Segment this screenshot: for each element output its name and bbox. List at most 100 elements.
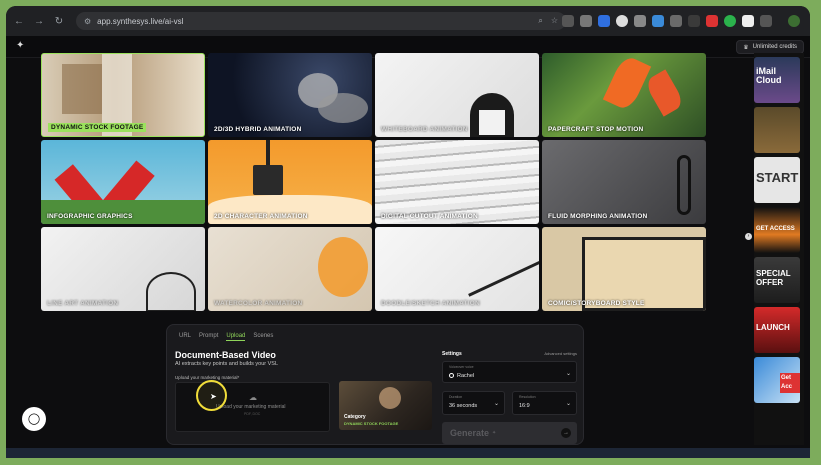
- style-label: WATERCOLOR ANIMATION: [214, 300, 303, 307]
- generate-label: Generate: [450, 428, 490, 438]
- style-tile[interactable]: DOODLE/SKETCH ANIMATION: [375, 227, 539, 311]
- style-tile[interactable]: LINE ART ANIMATION: [41, 227, 205, 311]
- sparkle-icon: ✦: [492, 430, 497, 436]
- style-tile[interactable]: DIGITAL CUTOUT ANIMATION: [375, 140, 539, 224]
- chevron-down-icon: ⌄: [565, 401, 571, 407]
- style-tile[interactable]: 2D/3D HYBRID ANIMATION: [208, 53, 372, 137]
- style-label: DYNAMIC STOCK FOOTAGE: [48, 123, 147, 132]
- extension-icon[interactable]: [688, 15, 700, 27]
- voice-label: Voiceover voice: [449, 365, 474, 369]
- extension-icon[interactable]: [562, 15, 574, 27]
- style-label: LINE ART ANIMATION: [47, 300, 119, 307]
- generate-button[interactable]: Generate ✦ →: [442, 422, 577, 444]
- forward-icon[interactable]: →: [32, 16, 46, 27]
- resolution-select[interactable]: Resolution 16:9 ⌄: [512, 391, 577, 415]
- duration-label: Duration: [449, 395, 463, 399]
- tab-scenes[interactable]: Scenes: [253, 333, 273, 341]
- duration-value: 36 seconds: [449, 403, 478, 409]
- chevron-down-icon: ⌄: [493, 401, 499, 407]
- cloud-upload-icon: ☁: [249, 393, 257, 402]
- extension-icon[interactable]: [670, 15, 682, 27]
- extension-icon[interactable]: [580, 15, 592, 27]
- style-tile[interactable]: WHITEBOARD ANIMATION: [375, 53, 539, 137]
- puzzle-icon[interactable]: [760, 15, 772, 27]
- reload-icon[interactable]: ↻: [52, 16, 66, 27]
- extension-icon[interactable]: [598, 15, 610, 27]
- app-logo-icon[interactable]: ✦: [16, 41, 26, 51]
- resolution-label: Resolution: [519, 395, 536, 399]
- tab-upload[interactable]: Upload: [226, 333, 246, 341]
- url-text: app.synthesys.live/ai-vsl: [97, 16, 184, 26]
- voice-select[interactable]: Voiceover voice Rachel ⌄: [442, 361, 577, 383]
- extension-icon[interactable]: [616, 15, 628, 27]
- duration-select[interactable]: Duration 36 seconds ⌄: [442, 391, 505, 415]
- promo-thumb[interactable]: GET ACCESS: [754, 207, 800, 253]
- style-tile[interactable]: FLUID MORPHING ANIMATION: [542, 140, 706, 224]
- credits-badge[interactable]: ♛ Unlimited credits: [736, 40, 804, 54]
- category-card[interactable]: Category DYNAMIC STOCK FOOTAGE: [339, 381, 432, 430]
- taskbar-strip: [6, 448, 810, 458]
- rail-toggle-icon[interactable]: ›: [745, 233, 752, 240]
- browser-toolbar: ← → ↻ ⌂ ⚙ app.synthesys.live/ai-vsl ⌕ ☆: [6, 6, 810, 36]
- promo-thumb[interactable]: START: [754, 157, 800, 203]
- settings-title: Settings: [442, 351, 462, 357]
- extensions-bar: ⋮: [562, 15, 810, 27]
- bookmark-star-icon[interactable]: ☆: [551, 16, 558, 26]
- style-label: 2D/3D HYBRID ANIMATION: [214, 126, 302, 133]
- style-tile[interactable]: WATERCOLOR ANIMATION: [208, 227, 372, 311]
- zoom-icon[interactable]: ⌕: [538, 16, 542, 26]
- promo-thumb-label: Get Acc: [780, 373, 800, 393]
- create-panel: URL Prompt Upload Scenes Document-Based …: [166, 324, 584, 445]
- extension-icon[interactable]: [634, 15, 646, 27]
- style-label: FLUID MORPHING ANIMATION: [548, 213, 648, 220]
- promo-rail: iMail Cloud START GET ACCESS SPECIAL OFF…: [754, 53, 804, 445]
- voice-value: Rachel: [457, 373, 475, 379]
- style-tile[interactable]: 2D CHARACTER ANIMATION: [208, 140, 372, 224]
- style-label: COMIC/STORYBOARD STYLE: [548, 300, 645, 307]
- panel-title: Document-Based Video: [175, 350, 276, 360]
- extension-icon[interactable]: [652, 15, 664, 27]
- promo-thumb[interactable]: LAUNCH: [754, 307, 800, 353]
- chat-bubble-icon: ◯: [27, 413, 41, 425]
- advanced-settings-link[interactable]: Advanced settings: [544, 351, 577, 356]
- promo-thumb-label: LAUNCH: [756, 323, 790, 332]
- click-highlight: ➤: [196, 380, 227, 411]
- style-label: DIGITAL CUTOUT ANIMATION: [381, 213, 478, 220]
- style-tile[interactable]: PAPERCRAFT STOP MOTION: [542, 53, 706, 137]
- chat-support-button[interactable]: ◯: [22, 407, 46, 431]
- extension-icon[interactable]: [724, 15, 736, 27]
- style-grid: DYNAMIC STOCK FOOTAGE 2D/3D HYBRID ANIMA…: [41, 53, 709, 311]
- back-icon[interactable]: ←: [12, 16, 26, 27]
- category-value: DYNAMIC STOCK FOOTAGE: [344, 421, 399, 426]
- promo-thumb-label: iMail Cloud: [756, 66, 782, 85]
- style-tile[interactable]: DYNAMIC STOCK FOOTAGE: [41, 53, 205, 137]
- style-label: INFOGRAPHIC GRAPHICS: [47, 213, 133, 220]
- promo-thumb[interactable]: Get Acc: [754, 357, 800, 403]
- address-bar[interactable]: ⚙ app.synthesys.live/ai-vsl ⌕ ☆: [76, 12, 566, 30]
- category-label: Category: [344, 414, 366, 420]
- credits-label: Unlimited credits: [752, 44, 797, 50]
- chevron-down-icon: ⌄: [565, 371, 571, 377]
- cursor-icon: ➤: [210, 392, 217, 401]
- site-info-icon[interactable]: ⚙: [84, 17, 91, 26]
- style-tile[interactable]: COMIC/STORYBOARD STYLE: [542, 227, 706, 311]
- tab-url[interactable]: URL: [179, 333, 191, 341]
- resolution-value: 16:9: [519, 403, 530, 409]
- promo-thumb[interactable]: [754, 107, 800, 153]
- upload-label: Upload your marketing material*: [175, 375, 240, 380]
- tab-prompt[interactable]: Prompt: [199, 333, 218, 341]
- style-label: WHITEBOARD ANIMATION: [381, 126, 468, 133]
- style-tile[interactable]: INFOGRAPHIC GRAPHICS: [41, 140, 205, 224]
- menu-dots-icon[interactable]: ⋮: [806, 15, 811, 27]
- extension-icon[interactable]: [706, 15, 718, 27]
- promo-thumb-label: SPECIAL OFFER: [756, 269, 791, 287]
- promo-thumb-label: START: [756, 170, 799, 185]
- style-label: 2D CHARACTER ANIMATION: [214, 213, 308, 220]
- promo-thumb[interactable]: iMail Cloud: [754, 57, 800, 103]
- dropzone-text: Upload your marketing material: [216, 404, 286, 410]
- arrow-right-icon: →: [561, 428, 571, 438]
- profile-avatar[interactable]: [788, 15, 800, 27]
- promo-thumb[interactable]: SPECIAL OFFER: [754, 257, 800, 303]
- play-voice-icon[interactable]: [449, 373, 454, 379]
- extension-icon[interactable]: [742, 15, 754, 27]
